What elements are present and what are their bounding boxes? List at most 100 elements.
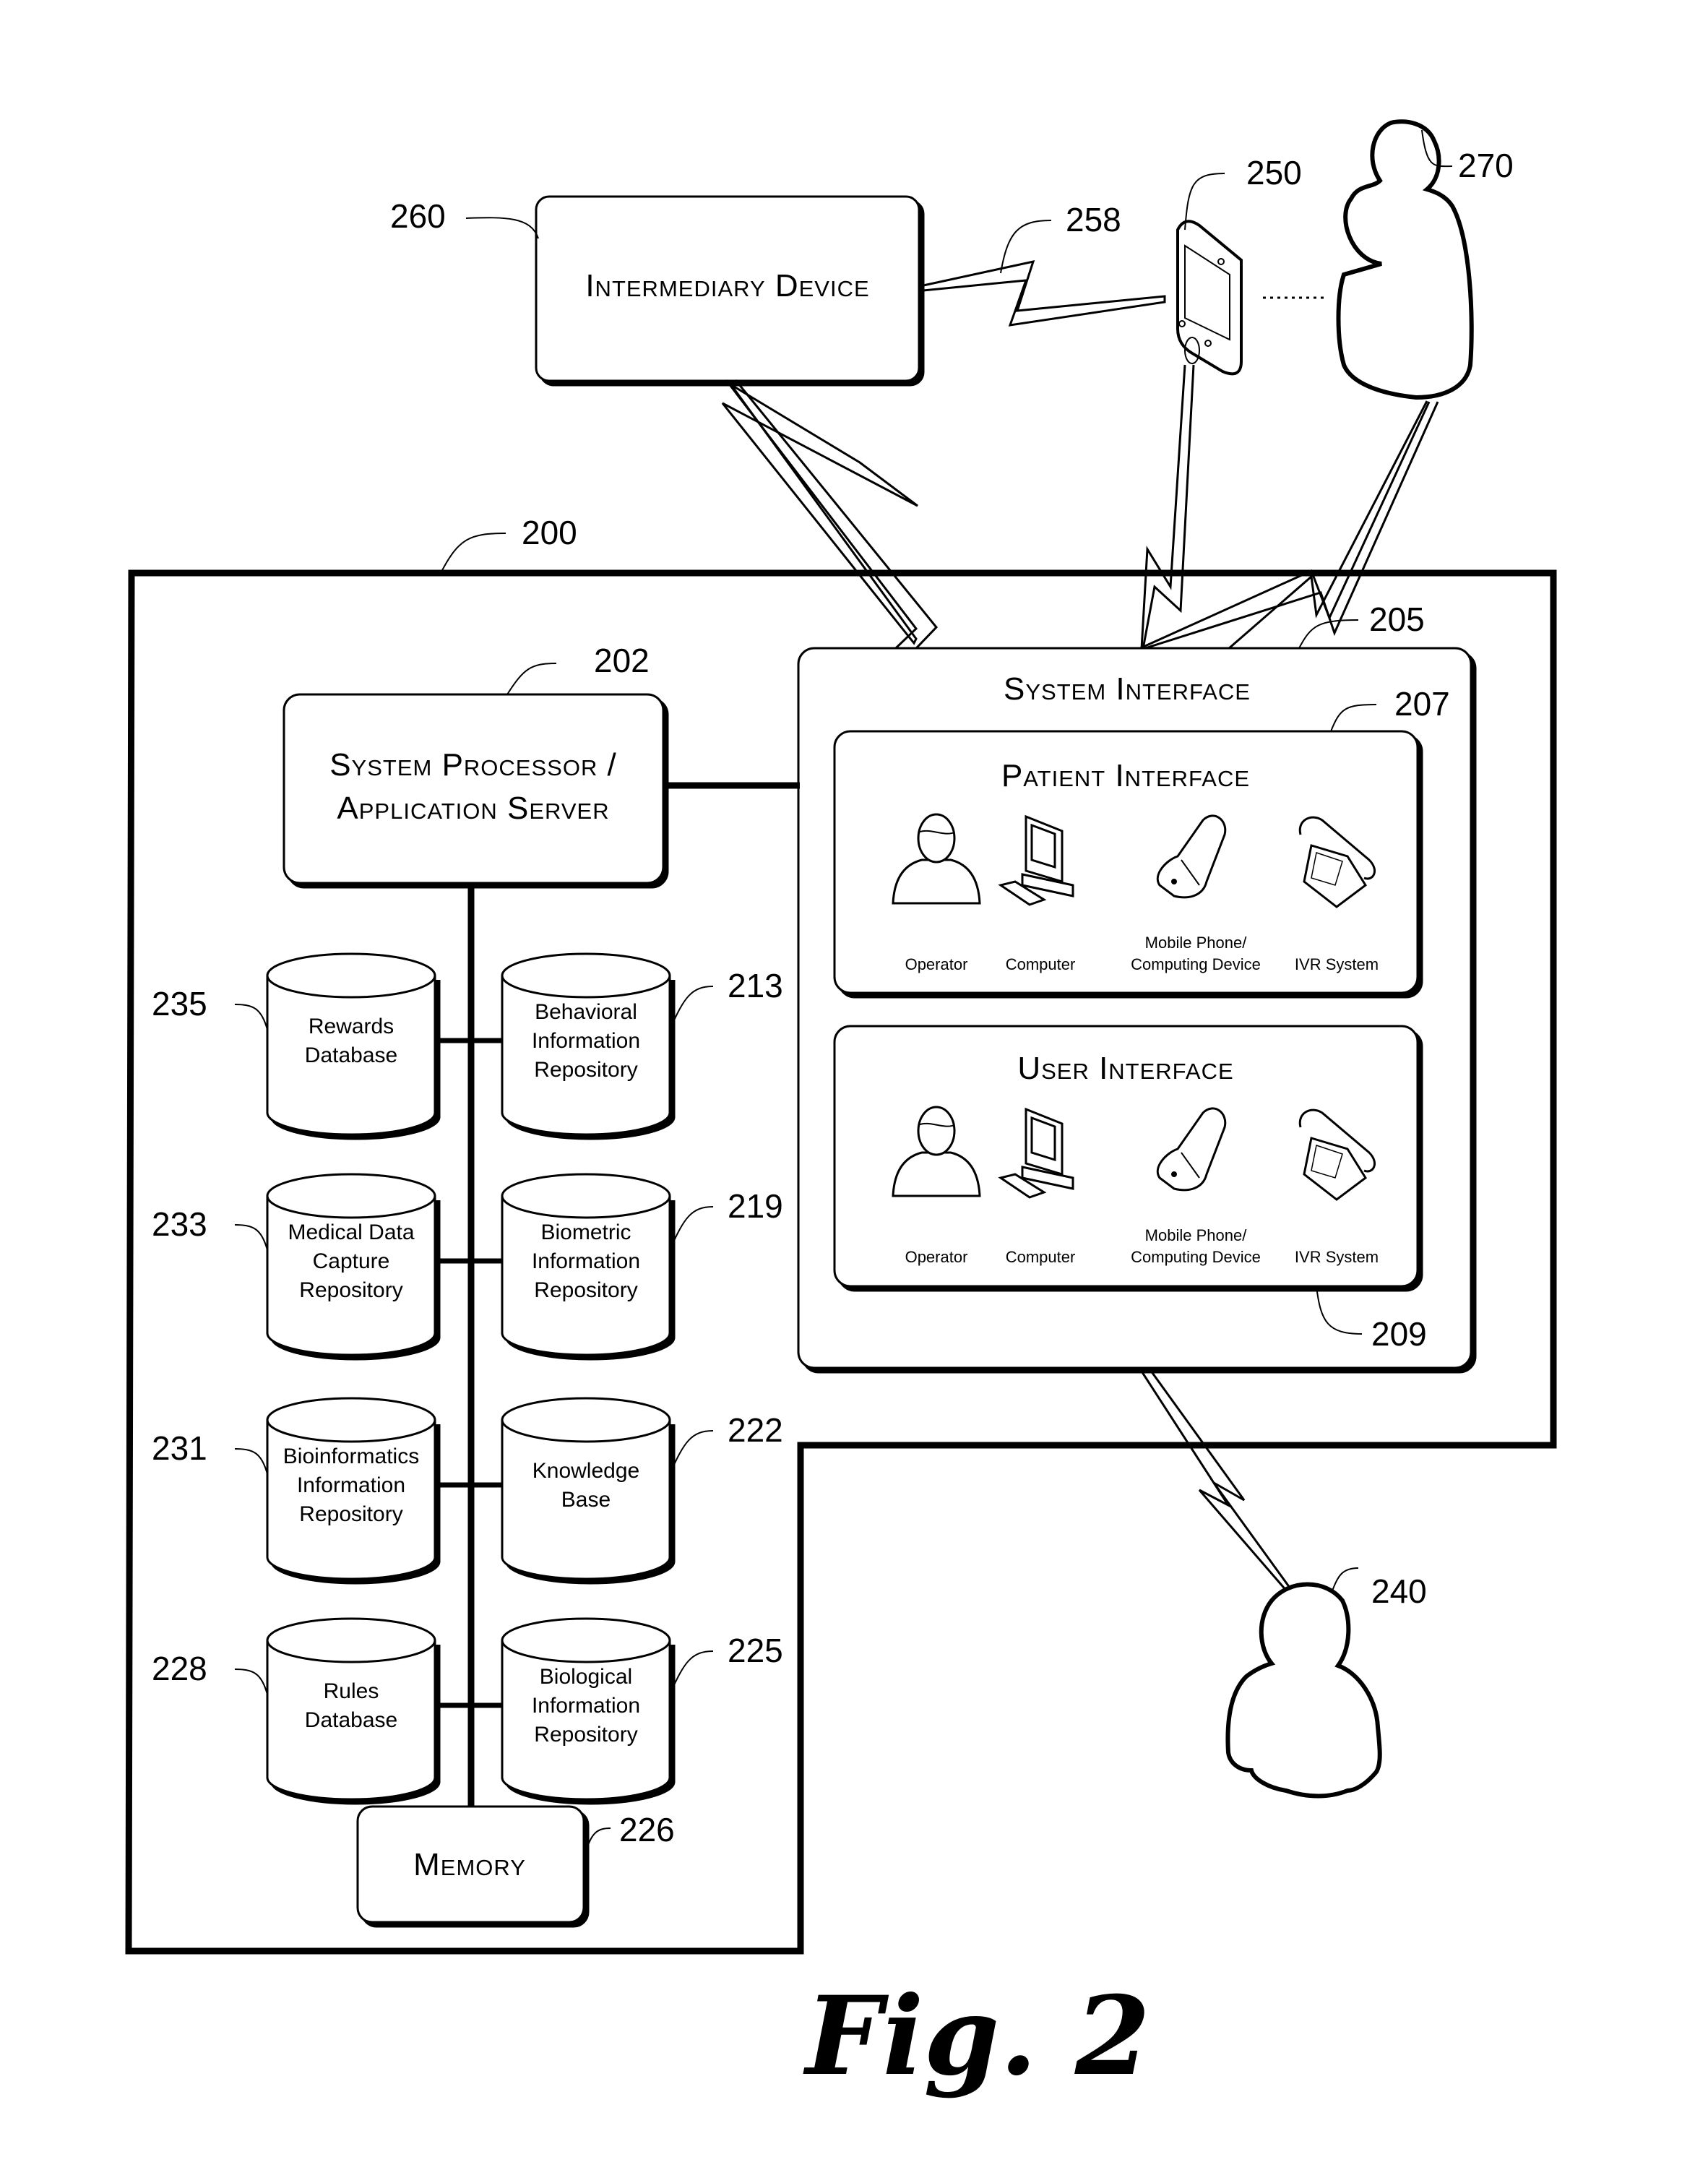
database-label: Repository	[299, 1502, 402, 1526]
database-label: Biometric	[540, 1220, 631, 1244]
database-label: Database	[305, 1708, 397, 1732]
device-label: Computer	[1006, 1248, 1076, 1266]
ref-231: 231	[152, 1429, 207, 1467]
cylinder-top	[501, 1397, 671, 1443]
wireless-bolt-240	[1138, 1367, 1297, 1598]
database-label: Biological	[540, 1665, 632, 1689]
database-label: Repository	[534, 1278, 637, 1302]
cylinder-body	[266, 1196, 436, 1356]
ref-226: 226	[619, 1811, 675, 1848]
database-right-3: Biological Information Repository 225	[471, 1617, 783, 1801]
external-user-icon	[1225, 1582, 1382, 1799]
processor-label-line2: Application Server	[337, 791, 609, 826]
ref-213: 213	[728, 967, 783, 1004]
bolt-from-intermediary	[728, 382, 1121, 672]
wireless-bolt-intermediary	[721, 382, 918, 645]
bolt-left	[728, 383, 1123, 646]
database-label: Medical Data	[288, 1220, 414, 1244]
leader-line	[234, 1669, 268, 1695]
database-label: Information	[532, 1249, 640, 1273]
user-interface-title: User Interface	[1017, 1051, 1233, 1086]
database-left-3: Rules Database 228	[152, 1617, 471, 1801]
database-right-2: Knowledge Base 222	[471, 1397, 783, 1580]
patient-interface-panel: Patient Interface Operator Computer Mobile…	[833, 730, 1419, 994]
device-label: Operator	[905, 1248, 968, 1266]
cylinder-top	[501, 1617, 671, 1663]
ref-260: 260	[390, 197, 446, 235]
system-interface-title: System Interface	[1004, 671, 1251, 707]
database-label: Rewards	[309, 1015, 394, 1038]
ref-209: 209	[1371, 1315, 1427, 1353]
cylinder-body	[501, 1196, 671, 1356]
database-label: Information	[532, 1694, 640, 1718]
ref-250: 250	[1246, 154, 1302, 191]
database-label: Knowledge	[532, 1459, 639, 1483]
leader-line	[669, 1430, 714, 1475]
leader-line	[669, 1206, 714, 1251]
database-label: Bioinformatics	[283, 1444, 419, 1468]
intermediary-device-label: Intermediary Device	[585, 268, 869, 303]
database-left-0: Rewards Database 235	[152, 952, 471, 1136]
remote-user-icon	[1336, 119, 1474, 400]
processor-label-line1: System Processor /	[329, 747, 617, 783]
patient-interface-title: Patient Interface	[1001, 758, 1250, 793]
cylinder-body	[501, 976, 671, 1136]
ref-222: 222	[728, 1411, 783, 1449]
database-right-0: Behavioral Information Repository 213	[471, 952, 783, 1136]
device-label: Mobile Phone/	[1145, 934, 1248, 952]
leader-line	[234, 1448, 268, 1475]
cylinder-body	[266, 1420, 436, 1580]
leader-line	[669, 986, 714, 1030]
ref-233: 233	[152, 1205, 207, 1243]
wireless-bolt-258	[922, 259, 1166, 327]
leader-line	[669, 1650, 714, 1695]
ref-225: 225	[728, 1632, 783, 1669]
leader-line	[234, 1224, 268, 1251]
database-label: Information	[297, 1473, 405, 1497]
ref-235: 235	[152, 985, 207, 1022]
ref-240: 240	[1371, 1572, 1427, 1610]
user-interface-panel: User Interface Operator Computer Mobile Ph…	[833, 1025, 1419, 1288]
ref-200: 200	[522, 514, 577, 551]
leader-line-200	[440, 533, 506, 574]
bolt-intermediary-a	[728, 382, 1122, 649]
figure-caption: Fig. 2	[803, 1973, 1150, 2100]
database-label: Repository	[534, 1723, 637, 1747]
ref-228: 228	[152, 1650, 207, 1687]
device-label: Mobile Phone/	[1145, 1226, 1248, 1244]
leader-line-260	[465, 217, 539, 239]
database-label: Base	[561, 1488, 611, 1512]
database-label: Repository	[299, 1278, 402, 1302]
device-label: Computing Device	[1131, 1248, 1261, 1266]
processor-box	[282, 693, 665, 884]
database-label: Capture	[313, 1249, 390, 1273]
database-label: Rules	[324, 1679, 379, 1703]
device-label: IVR System	[1295, 955, 1379, 973]
ref-270: 270	[1458, 147, 1514, 184]
memory-label: Memory	[413, 1847, 526, 1882]
device-label: Operator	[905, 955, 968, 973]
database-label: Behavioral	[535, 1000, 637, 1024]
leader-line-240	[1331, 1567, 1359, 1593]
ref-207: 207	[1394, 685, 1450, 723]
leader-line-205	[1298, 619, 1359, 649]
cylinder-top	[266, 1397, 436, 1443]
ref-258: 258	[1066, 201, 1121, 238]
database-label: Database	[305, 1043, 397, 1067]
ref-205: 205	[1369, 600, 1425, 638]
ref-202: 202	[594, 642, 650, 679]
cylinder-top	[266, 1617, 436, 1663]
cylinder-top	[266, 952, 436, 999]
database-left-1: Medical Data Capture Repository 233	[152, 1173, 471, 1356]
cylinder-top	[501, 1173, 671, 1219]
cylinder-body	[501, 1640, 671, 1801]
device-label: IVR System	[1295, 1248, 1379, 1266]
database-left-2: Bioinformatics Information Repository 231	[152, 1397, 471, 1580]
database-right-1: Biometric Information Repository 219	[471, 1173, 783, 1356]
leader-line	[234, 1004, 268, 1030]
database-label: Repository	[534, 1058, 637, 1082]
cylinder-top	[501, 952, 671, 999]
ref-219: 219	[728, 1187, 783, 1225]
database-label: Information	[532, 1029, 640, 1053]
device-label: Computer	[1006, 955, 1076, 973]
